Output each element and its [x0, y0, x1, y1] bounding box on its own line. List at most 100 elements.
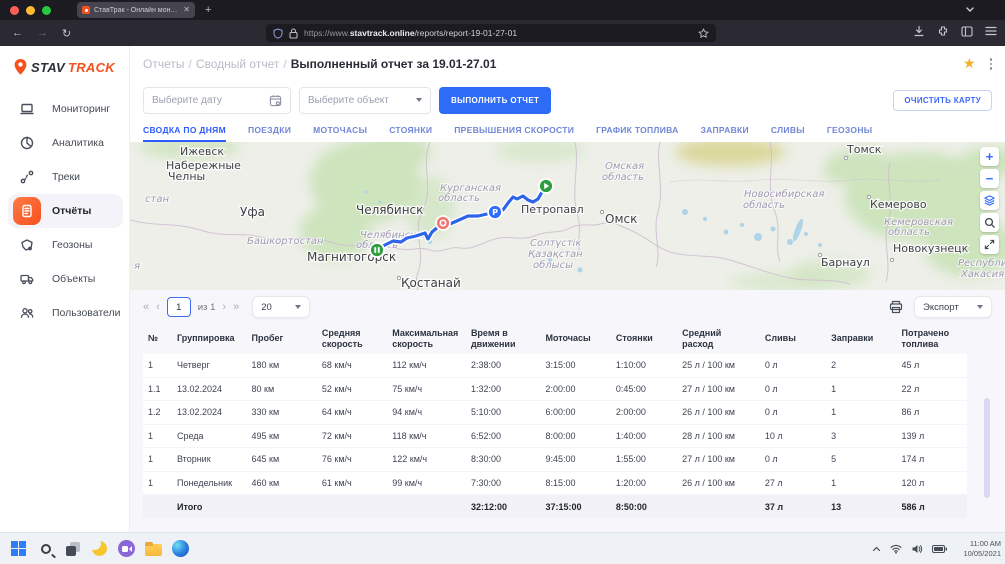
first-page-icon[interactable]: «: [143, 302, 149, 313]
sidebar-item-label: Треки: [52, 171, 80, 183]
layers-button[interactable]: [980, 191, 999, 210]
shield-icon[interactable]: [273, 28, 283, 39]
report-tab[interactable]: СТОЯНКИ: [389, 118, 432, 142]
report-tab[interactable]: МОТОЧАСЫ: [313, 118, 367, 142]
page-size-select[interactable]: 20: [252, 296, 310, 318]
url-bar[interactable]: https://www.stavtrack.online/reports/rep…: [266, 24, 716, 42]
menu-icon[interactable]: [985, 26, 997, 36]
table-row[interactable]: 1Вторник645 км76 км/ч122 км/ч8:30:009:45…: [143, 448, 967, 472]
table-cell: 99 км/ч: [387, 471, 466, 495]
table-cell: 6:00:00: [540, 401, 610, 425]
table-scrollbar[interactable]: [984, 398, 990, 498]
run-report-button[interactable]: ВЫПОЛНИТЬ ОТЧЕТ: [439, 87, 551, 114]
tab-close-icon[interactable]: ✕: [183, 6, 190, 14]
sidebar-item-users[interactable]: Пользователи: [8, 296, 123, 330]
reload-icon[interactable]: ↻: [62, 27, 71, 40]
zoom-in-button[interactable]: +: [980, 147, 999, 166]
map-marker-speed[interactable]: [436, 216, 450, 230]
report-tab[interactable]: ЗАПРАВКИ: [701, 118, 749, 142]
sidebar-item-reports[interactable]: Отчёты: [8, 194, 123, 228]
start-button[interactable]: [9, 539, 28, 558]
table-cell: 68 км/ч: [317, 354, 387, 378]
table-cell: 26 л / 100 км: [677, 471, 760, 495]
back-icon[interactable]: ←: [12, 27, 23, 40]
page-number-input[interactable]: 1: [167, 297, 191, 317]
table-row[interactable]: 1Четверг180 км68 км/ч112 км/ч2:38:003:15…: [143, 354, 967, 378]
report-tab[interactable]: СВОДКА ПО ДНЯМ: [143, 118, 226, 142]
file-explorer-button[interactable]: [144, 539, 163, 558]
report-tab[interactable]: ГЕОЗОНЫ: [827, 118, 872, 142]
report-tab[interactable]: ПРЕВЫШЕНИЯ СКОРОСТИ: [454, 118, 574, 142]
table-row[interactable]: 1Среда495 км72 км/ч118 км/ч6:52:008:00:0…: [143, 424, 967, 448]
report-tab[interactable]: ГРАФИК ТОПЛИВА: [596, 118, 678, 142]
zoom-out-button[interactable]: −: [980, 169, 999, 188]
prev-page-icon[interactable]: ‹: [156, 302, 160, 313]
table-total-row[interactable]: Итого32:12:0037:15:008:50:0037 л13586 л: [143, 495, 967, 519]
extensions-icon[interactable]: [937, 25, 949, 37]
table-cell: 1: [143, 424, 172, 448]
map-label: Башкортостан: [247, 236, 324, 247]
print-icon[interactable]: [888, 299, 904, 315]
table-row[interactable]: 1.213.02.2024330 км64 км/ч94 км/ч5:10:00…: [143, 401, 967, 425]
next-page-icon[interactable]: ›: [222, 302, 226, 313]
new-tab-button[interactable]: +: [205, 5, 211, 16]
downloads-icon[interactable]: [913, 25, 925, 37]
table-cell: 139 л: [897, 424, 967, 448]
wifi-icon[interactable]: [890, 544, 902, 554]
sidebar-item-objects[interactable]: Объекты: [8, 262, 123, 296]
last-page-icon[interactable]: »: [233, 302, 239, 313]
edge-icon: [172, 540, 189, 557]
map[interactable]: ИжевскНабережныеЧелныУфаЧелябинскМагнито…: [130, 142, 1005, 290]
logo-text-track: TRACK: [68, 60, 115, 75]
sidebar-item-analytics[interactable]: Аналитика: [8, 126, 123, 160]
export-select[interactable]: Экспорт: [914, 296, 992, 318]
sidebar-item-tracks[interactable]: Треки: [8, 160, 123, 194]
taskbar-clock[interactable]: 11:00 AM 10/05/2021: [959, 539, 1001, 559]
clock-date: 10/05/2021: [959, 549, 1001, 559]
report-tab[interactable]: ПОЕЗДКИ: [248, 118, 291, 142]
lock-icon[interactable]: [289, 28, 298, 39]
window-controls[interactable]: [10, 6, 51, 15]
table-cell: 5:10:00: [466, 401, 541, 425]
edge-browser-button[interactable]: [171, 539, 190, 558]
map-marker-pause[interactable]: [370, 243, 384, 257]
map-search-button[interactable]: [980, 213, 999, 232]
more-options-icon[interactable]: [990, 58, 993, 70]
expand-icon: [984, 239, 995, 250]
table-cell: 586 л: [897, 495, 967, 519]
chat-app-button[interactable]: [117, 539, 136, 558]
table-cell: 1: [143, 471, 172, 495]
browser-tab[interactable]: СтавТрак - Онлайн мониторин ✕: [77, 2, 195, 18]
volume-icon[interactable]: [911, 544, 923, 554]
breadcrumb-reports[interactable]: Отчеты: [143, 57, 184, 71]
battery-icon[interactable]: [932, 545, 947, 553]
tray-chevron-icon[interactable]: [872, 546, 881, 552]
breadcrumb-current: Выполненный отчет за 19.01-27.01: [291, 57, 497, 71]
app-logo[interactable]: STAVTRACK: [13, 58, 129, 76]
favorite-star-icon[interactable]: ★: [963, 57, 976, 71]
sidebar-panel-icon[interactable]: [961, 26, 973, 37]
sidebar-item-geozones[interactable]: Геозоны: [8, 228, 123, 262]
forward-icon[interactable]: →: [37, 27, 48, 40]
report-tab[interactable]: СЛИВЫ: [771, 118, 805, 142]
close-window-icon[interactable]: [10, 6, 19, 15]
taskbar-search-button[interactable]: [36, 539, 55, 558]
clear-map-button[interactable]: ОЧИСТИТЬ КАРТУ: [893, 90, 992, 111]
table-row[interactable]: 1.113.02.202480 км52 км/ч75 км/ч1:32:002…: [143, 377, 967, 401]
map-label: Омск: [605, 212, 637, 226]
fullscreen-button[interactable]: [980, 235, 999, 254]
maximize-window-icon[interactable]: [42, 6, 51, 15]
bookmark-star-icon[interactable]: [698, 28, 709, 39]
table-row[interactable]: 1Понедельник460 км61 км/ч99 км/ч7:30:008…: [143, 471, 967, 495]
object-select[interactable]: Выберите объект: [299, 87, 431, 114]
chevron-down-icon[interactable]: [965, 6, 975, 13]
map-marker-parking[interactable]: P: [488, 205, 502, 219]
minimize-window-icon[interactable]: [26, 6, 35, 15]
date-picker-input[interactable]: Выберите дату: [143, 87, 291, 114]
breadcrumb-summary[interactable]: Сводный отчет: [196, 57, 280, 71]
sidebar-item-monitoring[interactable]: Мониторинг: [8, 92, 123, 126]
task-view-button[interactable]: [63, 539, 82, 558]
night-mode-app-button[interactable]: [90, 539, 109, 558]
map-label: Барнаул: [821, 256, 870, 269]
map-marker-play[interactable]: [539, 179, 553, 193]
